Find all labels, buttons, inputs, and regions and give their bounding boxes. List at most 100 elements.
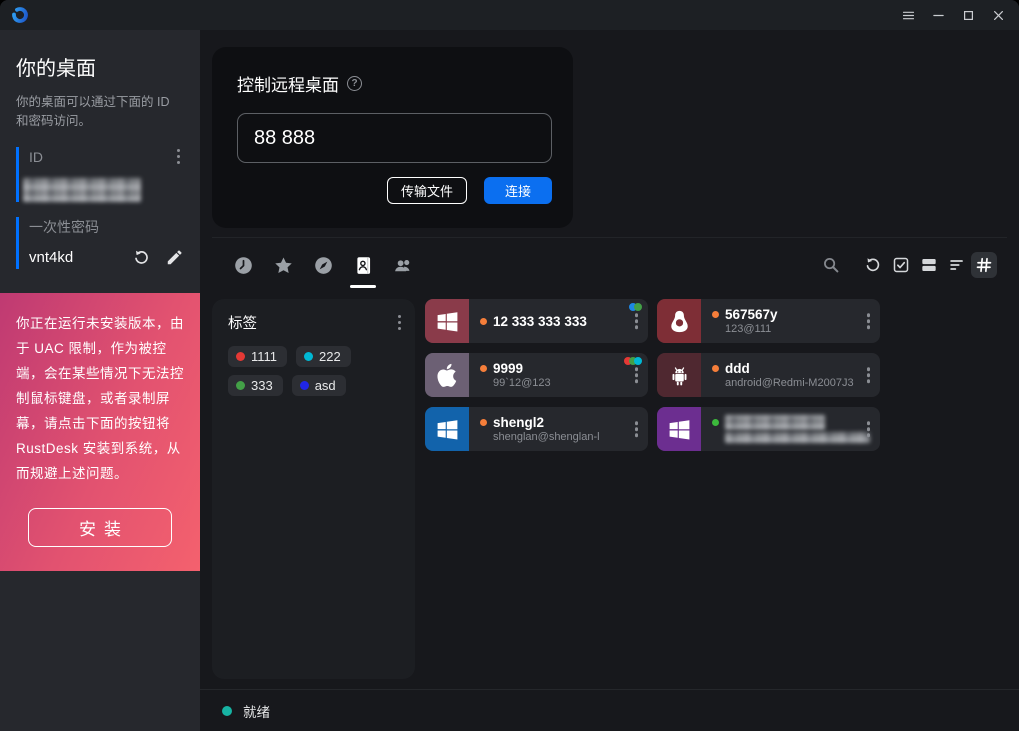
card-view-button[interactable] [915,252,943,278]
peer-menu-button[interactable] [865,365,873,385]
uac-warning-text: 你正在运行未安装版本，由于 UAC 限制，作为被控端，会在某些情况下无法控制鼠标… [16,311,184,486]
tags-menu-button[interactable] [396,313,404,333]
apple-logo-icon [434,362,461,389]
peer-status-dot [712,365,719,372]
titlebar [0,0,1019,30]
rustdesk-logo-icon [10,5,30,25]
peer-menu-button[interactable] [633,419,641,439]
minimize-button[interactable] [923,2,953,28]
maximize-button[interactable] [953,2,983,28]
peer-os-icon [657,353,701,397]
peer-os-icon [425,299,469,343]
windows-logo-icon [434,416,461,443]
tag-pill[interactable]: asd [292,375,346,396]
tag-pill[interactable]: 222 [296,346,351,367]
peer-hostname: 123@111 [712,323,854,335]
peer-info: ddd android@Redmi-M2007J3SC [701,353,880,397]
install-button[interactable]: 安装 [28,508,172,547]
peer-hostname [725,432,870,443]
peer-info: 9999 99`12@123 [469,353,648,397]
one-time-password-value: vnt4kd [29,249,73,266]
peer-menu-button[interactable] [633,311,641,331]
linux-tux-icon [666,308,693,335]
tag-label: 1111 [251,349,277,364]
refresh-icon [863,255,883,275]
status-text: 就绪 [243,701,270,721]
pencil-icon [165,248,184,267]
peer-os-icon [425,407,469,451]
peer-name: 12 333 333 333 [493,314,587,329]
peer-card[interactable] [657,407,880,451]
peer-status-dot [480,318,487,325]
peer-card[interactable]: ddd android@Redmi-M2007J3SC [657,353,880,397]
peer-os-icon [425,353,469,397]
peer-info: shengl2 shenglan@shenglan-l [469,407,648,451]
tag-pill[interactable]: 333 [228,375,283,396]
tab-group[interactable] [383,252,423,278]
peer-tag-dots [632,303,642,311]
help-icon[interactable] [347,76,362,91]
peer-hostname: android@Redmi-M2007J3SC [712,377,854,389]
statusbar: 就绪 [200,689,1019,731]
tab-address-book[interactable] [343,252,383,278]
id-menu-button[interactable] [175,147,183,167]
tag-color-dot [236,381,245,390]
rustdesk-window: 你的桌面 你的桌面可以通过下面的 ID 和密码访问。 ID 一次性密码 vnt4… [0,0,1019,731]
close-button[interactable] [983,2,1013,28]
sidebar: 你的桌面 你的桌面可以通过下面的 ID 和密码访问。 ID 一次性密码 vnt4… [0,30,200,731]
windows-logo-icon [666,416,693,443]
refresh-icon [132,248,151,267]
transfer-file-button[interactable]: 传输文件 [387,177,467,204]
checkbox-icon [891,255,911,275]
remote-id-input[interactable] [237,113,552,163]
peer-status-dot [712,311,719,318]
peer-os-icon [657,407,701,451]
peer-name: 9999 [493,361,523,376]
peer-card[interactable]: shengl2 shenglan@shenglan-l [425,407,648,451]
your-desktop-title: 你的桌面 [16,52,184,81]
peer-card[interactable]: 12 333 333 333 [425,299,648,343]
tag-pill[interactable]: 1111 [228,346,287,367]
id-value-redacted [23,178,141,202]
refresh-password-button[interactable] [132,248,151,267]
refresh-peers-button[interactable] [859,252,887,278]
peer-name [725,415,825,430]
search-button[interactable] [817,252,845,278]
id-label: ID [29,149,43,165]
control-remote-desktop-title: 控制远程桌面 [237,71,339,96]
peers-grid: 12 333 333 333 567567y 123@111 [425,299,881,451]
peers-content: 标签 1111 222 333 asd [200,292,1019,689]
tag-color-dot [300,381,309,390]
tag-label: 333 [251,378,273,393]
group-icon [393,255,414,276]
tags-title: 标签 [228,312,257,333]
peer-name: ddd [725,361,750,376]
password-section: 一次性密码 vnt4kd [16,217,184,269]
peer-card[interactable]: 9999 99`12@123 [425,353,648,397]
id-section: ID [16,147,184,203]
connect-button[interactable]: 连接 [484,177,552,204]
edit-password-button[interactable] [165,248,184,267]
peer-menu-button[interactable] [633,365,641,385]
peer-hostname: 99`12@123 [480,377,622,389]
card-view-icon [919,255,939,275]
tag-label: 222 [319,349,341,364]
one-time-password-label: 一次性密码 [29,217,99,237]
compass-icon [313,255,334,276]
star-icon [273,255,294,276]
tab-discovered[interactable] [303,252,343,278]
peer-menu-button[interactable] [865,419,873,439]
tags-panel: 标签 1111 222 333 asd [212,299,415,679]
peer-os-icon [657,299,701,343]
window-menu-button[interactable] [893,2,923,28]
your-desktop-description: 你的桌面可以通过下面的 ID 和密码访问。 [16,93,184,132]
peer-menu-button[interactable] [865,311,873,331]
select-peers-button[interactable] [887,252,915,278]
grid-view-button[interactable] [971,252,997,278]
tag-color-dot [236,352,245,361]
sort-button[interactable] [943,252,971,278]
peer-card[interactable]: 567567y 123@111 [657,299,880,343]
tab-favorites[interactable] [263,252,303,278]
search-icon [821,255,841,275]
tab-recent-sessions[interactable] [223,252,263,278]
